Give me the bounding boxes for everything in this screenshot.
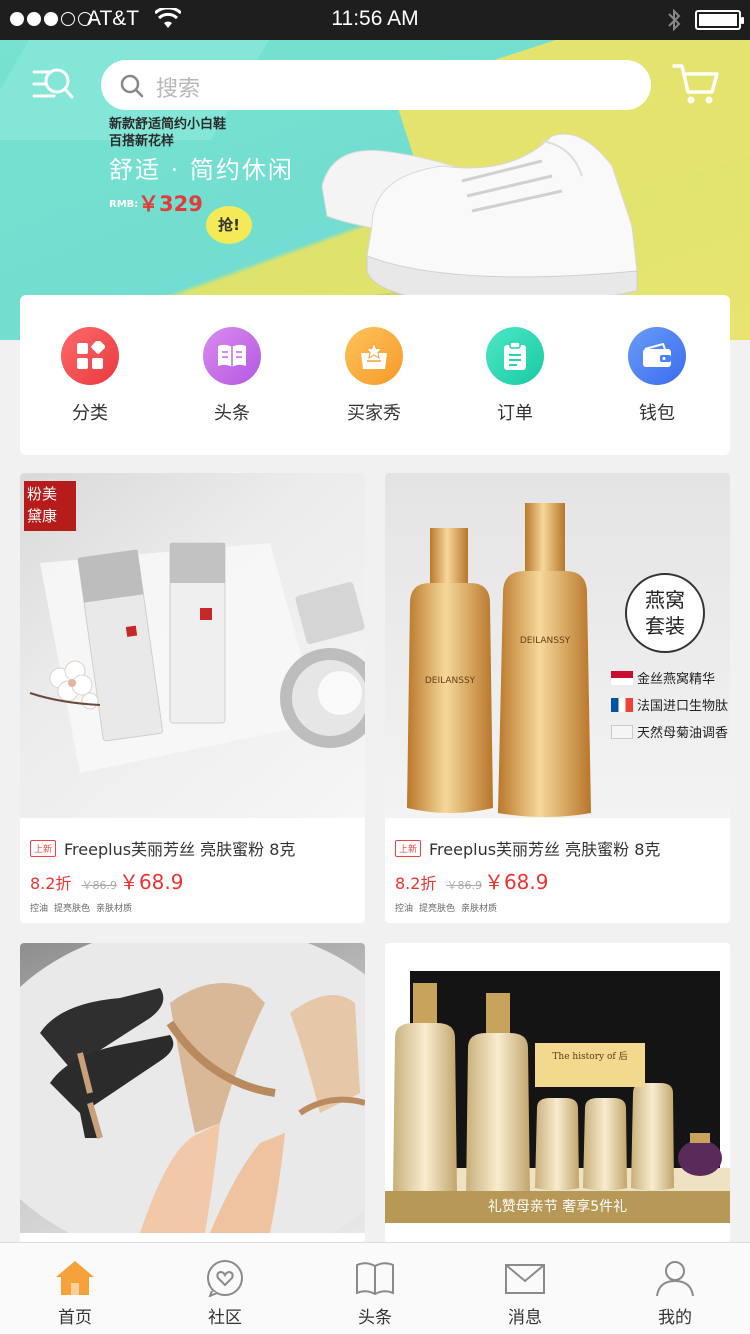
product-card[interactable]: 粉美 黛康 上新 Freeplus芙丽芳丝 亮肤蜜粉 8克 8.2折 ￥86.9… (20, 473, 365, 923)
tab-headlines[interactable]: 头条 (300, 1243, 450, 1334)
category-label: 买家秀 (347, 403, 401, 424)
status-bar: AT&T 11:56 AM (0, 0, 750, 40)
category-item-buyer-show[interactable]: 买家秀 (319, 327, 429, 425)
clock: 11:56 AM (331, 7, 419, 30)
home-icon (56, 1261, 94, 1295)
shopping-cart-icon[interactable] (672, 60, 720, 108)
feature-line: 金丝燕窝精华 (611, 668, 715, 687)
product-image: DEILANSSY DEILANSSY 燕窝 套装 金丝燕窝精华 法国进口生物肽… (385, 473, 730, 818)
price: ￥68.9 (118, 870, 184, 894)
tab-label: 头条 (358, 1308, 392, 1328)
new-tag: 上新 (30, 839, 57, 857)
grid-icon (61, 327, 119, 385)
new-tag: 上新 (395, 839, 422, 857)
tab-label: 消息 (508, 1308, 542, 1328)
category-item-classify[interactable]: 分类 (35, 327, 145, 425)
search-placeholder: 搜索 (156, 77, 201, 102)
grab-button[interactable]: 抢! (206, 206, 252, 244)
book-icon (203, 327, 261, 385)
product-card[interactable]: The history of 后 礼赞母亲节 奢享5件礼 (385, 943, 730, 1243)
tab-home[interactable]: 首页 (0, 1243, 150, 1334)
product-title: Freeplus芙丽芳丝 亮肤蜜粉 8克 (429, 840, 661, 859)
category-label: 分类 (72, 403, 108, 424)
tab-messages[interactable]: 消息 (450, 1243, 600, 1334)
svg-text:DEILANSSY: DEILANSSY (520, 636, 571, 646)
discount: 8.2折 (30, 874, 72, 893)
banner-line-2: 百搭新花样 (109, 134, 175, 149)
banner-price: ￥329 (138, 192, 203, 216)
product-card[interactable]: DEILANSSY DEILANSSY 燕窝 套装 金丝燕窝精华 法国进口生物肽… (385, 473, 730, 923)
category-label: 头条 (214, 403, 250, 424)
mail-icon (505, 1264, 545, 1294)
battery-icon (695, 10, 744, 30)
user-icon (656, 1261, 694, 1297)
category-item-headlines[interactable]: 头条 (177, 327, 287, 425)
category-item-orders[interactable]: 订单 (460, 327, 570, 425)
menu-search-icon[interactable] (32, 64, 74, 106)
tab-profile[interactable]: 我的 (600, 1243, 750, 1334)
tab-community[interactable]: 社区 (150, 1243, 300, 1334)
original-price: ￥86.9 (81, 879, 117, 892)
category-label: 钱包 (639, 403, 675, 424)
community-heart-icon (207, 1260, 243, 1297)
feature-tags: 控油 提亮肤色 亲肤材质 (395, 904, 498, 914)
feature-tags: 控油 提亮肤色 亲肤材质 (30, 904, 133, 914)
promo-strip: 礼赞母亲节 奢享5件礼 (385, 1191, 730, 1223)
product-title: Freeplus芙丽芳丝 亮肤蜜粉 8克 (64, 840, 296, 859)
tab-label: 社区 (208, 1308, 242, 1328)
original-price: ￥86.9 (446, 879, 482, 892)
banner-price-label: RMB: (109, 199, 139, 210)
svg-text:DEILANSSY: DEILANSSY (425, 676, 476, 686)
tab-label: 首页 (58, 1308, 92, 1328)
box-star-icon (345, 327, 403, 385)
product-image: The history of 后 礼赞母亲节 奢享5件礼 (385, 943, 730, 1233)
category-label: 订单 (497, 403, 533, 424)
wallet-icon (628, 327, 686, 385)
discount: 8.2折 (395, 874, 437, 893)
feature-line: 天然母菊油调香 (611, 722, 728, 741)
product-badge: 燕窝 套装 (625, 573, 705, 653)
tab-bar: 首页 社区 头条 消息 我的 (0, 1242, 750, 1334)
product-card[interactable] (20, 943, 365, 1243)
feature-line: 法国进口生物肽 (611, 695, 728, 714)
brand-stamp: 粉美 黛康 (24, 481, 76, 531)
banner-slogan: 舒适 · 简约休闲 (109, 156, 294, 184)
clipboard-icon (486, 327, 544, 385)
tab-label: 我的 (658, 1308, 692, 1328)
search-icon (120, 74, 144, 98)
price: ￥68.9 (483, 870, 549, 894)
product-box-label: The history of 后 (535, 1043, 645, 1087)
bluetooth-icon (668, 8, 681, 32)
search-input[interactable]: 搜索 (101, 60, 651, 110)
category-item-wallet[interactable]: 钱包 (602, 327, 712, 425)
product-image: 粉美 黛康 (20, 473, 365, 818)
product-image (20, 943, 365, 1233)
open-book-icon (356, 1262, 394, 1296)
category-card: 分类 头条 买家秀 订单 钱包 (20, 295, 730, 455)
